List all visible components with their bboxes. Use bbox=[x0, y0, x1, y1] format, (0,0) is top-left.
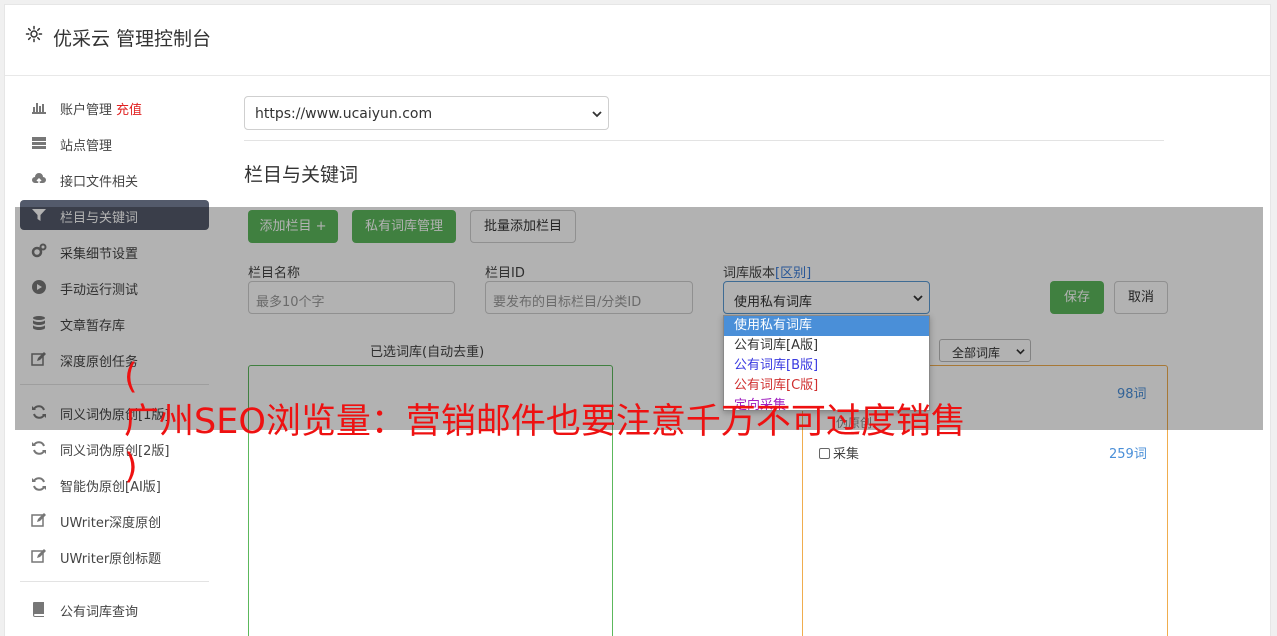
edit-icon bbox=[31, 549, 46, 563]
sidebar-item-label: 站点管理 bbox=[60, 139, 113, 154]
headline-close-paren: ) bbox=[124, 447, 138, 487]
sidebar-item-label: 账户管理 bbox=[60, 103, 113, 118]
refresh-icon bbox=[32, 477, 46, 491]
recharge-link[interactable]: 充值 bbox=[116, 103, 142, 118]
top-bar: 优采云 管理控制台 bbox=[5, 5, 1270, 76]
chevron-down-icon bbox=[592, 111, 602, 118]
sidebar-item-interface-files[interactable]: 接口文件相关 bbox=[20, 164, 209, 194]
dropdown-option[interactable]: 公有词库[A版] bbox=[724, 336, 929, 356]
sidebar-divider bbox=[20, 581, 209, 582]
refresh-icon bbox=[32, 441, 46, 455]
app-title: 优采云 管理控制台 bbox=[53, 28, 212, 50]
headline-text: 广州SEO浏览量：营销邮件也要注意千万不可过度销售 bbox=[124, 402, 966, 442]
cloud-upload-icon bbox=[32, 173, 46, 184]
site-url-value: https://www.ucaiyun.com bbox=[255, 106, 433, 122]
divider bbox=[244, 140, 1164, 141]
page-title: 栏目与关键词 bbox=[244, 164, 359, 186]
sidebar-item-uwriter-title[interactable]: UWriter原创标题 bbox=[20, 541, 209, 571]
site-url-select[interactable]: https://www.ucaiyun.com bbox=[244, 96, 609, 130]
sidebar-item-sites[interactable]: 站点管理 bbox=[20, 128, 209, 158]
sidebar-item-uwriter-deep[interactable]: UWriter深度原创 bbox=[20, 505, 209, 535]
headline-open-paren: ( bbox=[124, 357, 138, 397]
bar-chart-icon bbox=[32, 103, 46, 114]
overlay-headline: ( 广州SEO浏览量：营销邮件也要注意千万不可过度销售 ) bbox=[124, 355, 1164, 490]
book-icon bbox=[33, 602, 44, 617]
sidebar-item-label: UWriter深度原创 bbox=[60, 516, 162, 531]
edit-icon bbox=[31, 513, 46, 527]
dropdown-option[interactable]: 使用私有词库 bbox=[724, 316, 929, 336]
sidebar-item-public-lexicon[interactable]: 公有词库查询 bbox=[20, 594, 209, 624]
gear-icon bbox=[25, 25, 43, 43]
server-icon bbox=[32, 137, 46, 149]
sidebar-item-label: 接口文件相关 bbox=[60, 175, 139, 190]
sidebar-item-label: 公有词库查询 bbox=[60, 605, 139, 620]
sidebar-item-account[interactable]: 账户管理 充值 bbox=[20, 92, 209, 122]
sidebar-item-label: UWriter原创标题 bbox=[60, 552, 162, 567]
